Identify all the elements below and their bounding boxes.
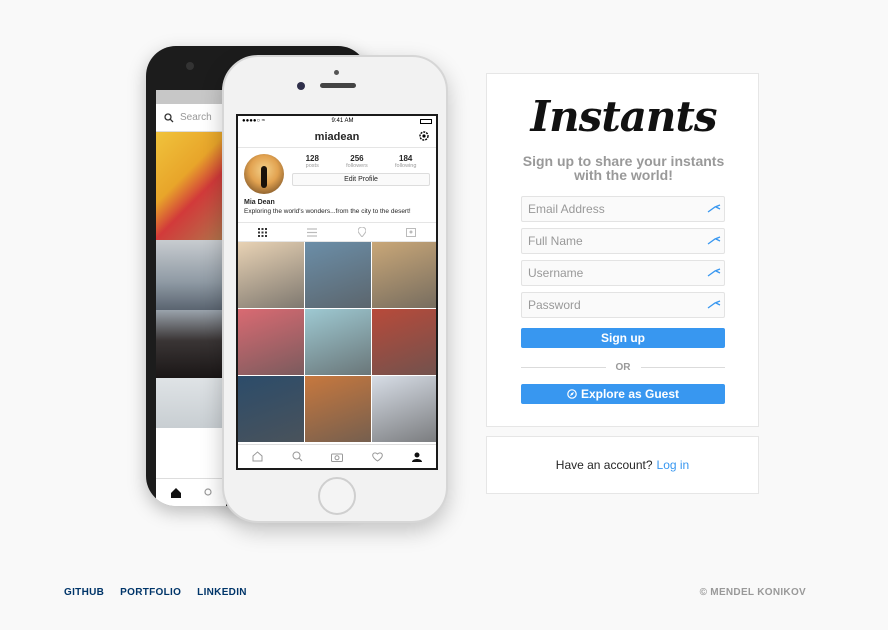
- app-logo: Instants: [530, 92, 717, 141]
- footer-link-github[interactable]: GITHUB: [64, 587, 104, 598]
- divider-line: [640, 366, 725, 368]
- back-photo-polaroid: [156, 378, 226, 428]
- grid-icon: [258, 227, 268, 237]
- back-search-placeholder: Search: [180, 112, 212, 123]
- password-manager-icon[interactable]: [704, 268, 724, 278]
- photo-grid: [238, 242, 436, 442]
- password-field: [521, 292, 725, 318]
- profile-stats: 128 posts 256 followers 184 following: [292, 154, 430, 169]
- signup-button[interactable]: Sign up: [521, 328, 725, 348]
- camera-icon: [331, 453, 344, 462]
- back-phone-camera: [186, 62, 194, 70]
- stat-number: 256: [350, 154, 364, 163]
- signup-card: Instants Sign up to share your instants …: [486, 73, 759, 427]
- stat-followers: 256 followers: [346, 154, 368, 169]
- stat-number: 128: [305, 154, 319, 163]
- bio-text: Exploring the world's wonders...from the…: [244, 208, 411, 215]
- tagged-icon: [405, 227, 416, 237]
- signal-icon: ●●●●○ ≈: [242, 118, 266, 124]
- front-phone-sensor: [334, 70, 339, 75]
- username-input[interactable]: [522, 261, 704, 285]
- bottom-nav: [238, 444, 436, 468]
- profile-summary: 128 posts 256 followers 184 following Edit …: [238, 148, 436, 196]
- avatar: [244, 154, 284, 194]
- login-prompt: Have an account?: [555, 458, 653, 472]
- stat-label: posts: [305, 163, 319, 169]
- profile-view-tabs: [238, 222, 436, 242]
- stat-posts: 128 posts: [306, 154, 319, 169]
- footer-link-linkedin[interactable]: LINKEDIN: [197, 587, 247, 598]
- divider-line: [521, 366, 606, 368]
- grid-photo: [305, 376, 371, 442]
- stat-number: 184: [399, 154, 413, 163]
- stat-label: following: [394, 163, 417, 169]
- bio-name: Mia Dean: [244, 199, 275, 206]
- profile-icon: [411, 452, 422, 462]
- status-bar: ●●●●○ ≈ 9:41 AM: [238, 116, 436, 126]
- home-icon: [252, 451, 263, 462]
- signup-button-label: Sign up: [601, 331, 645, 345]
- back-photo-emoji: [156, 132, 226, 240]
- search-icon: [204, 487, 212, 496]
- login-card: Have an account? Log in: [486, 436, 759, 494]
- stat-label: followers: [346, 163, 368, 169]
- or-label: OR: [615, 361, 631, 373]
- login-link[interactable]: Log in: [657, 458, 690, 472]
- back-phone-screen: Search: [156, 90, 226, 506]
- password-manager-icon[interactable]: [704, 204, 724, 214]
- footer-links: GITHUB PORTFOLIO LINKEDIN: [64, 587, 247, 598]
- password-manager-icon[interactable]: [704, 236, 724, 246]
- heart-icon: [372, 451, 383, 462]
- compass-icon: [567, 389, 577, 399]
- gear-icon: [419, 131, 429, 141]
- back-phone-search: Search: [156, 104, 226, 132]
- home-icon: [171, 487, 181, 498]
- status-time: 9:41 AM: [331, 118, 354, 124]
- profile-header: miadean: [238, 126, 436, 148]
- back-photo-beach: [156, 240, 226, 310]
- search-icon: [292, 451, 303, 462]
- back-photo-sunset: [156, 310, 226, 378]
- front-phone-speaker: [320, 83, 356, 88]
- front-phone-screen: ●●●●○ ≈ 9:41 AM miadean 128 posts 256 foll…: [236, 114, 438, 470]
- list-icon: [307, 227, 318, 237]
- grid-photo: [305, 242, 371, 308]
- or-divider: OR: [521, 361, 725, 373]
- status-bar: [156, 90, 226, 104]
- home-button: [318, 477, 356, 515]
- explore-guest-label: Explore as Guest: [580, 387, 680, 401]
- explore-guest-button[interactable]: Explore as Guest: [521, 384, 725, 404]
- location-pin-icon: [357, 227, 366, 237]
- edit-profile-button: Edit Profile: [292, 173, 430, 186]
- grid-photo: [372, 242, 436, 308]
- profile-bio: Mia Dean Exploring the world's wonders..…: [238, 196, 436, 216]
- grid-photo: [238, 242, 304, 308]
- front-phone-camera: [297, 82, 305, 90]
- fullname-field: [521, 228, 725, 254]
- email-input[interactable]: [522, 197, 704, 221]
- fullname-input[interactable]: [522, 229, 704, 253]
- grid-photo: [372, 309, 436, 375]
- username-field: [521, 260, 725, 286]
- battery-icon: [419, 118, 432, 124]
- copyright: © MENDEL KONIKOV: [699, 587, 806, 598]
- front-phone-mockup: ●●●●○ ≈ 9:41 AM miadean 128 posts 256 foll…: [222, 55, 448, 523]
- grid-photo: [305, 309, 371, 375]
- password-manager-icon[interactable]: [704, 300, 724, 310]
- grid-photo: [238, 376, 304, 442]
- profile-username: miadean: [314, 130, 360, 143]
- footer-link-portfolio[interactable]: PORTFOLIO: [120, 587, 181, 598]
- stat-following: 184 following: [395, 154, 416, 169]
- grid-photo: [372, 376, 436, 442]
- email-field: [521, 196, 725, 222]
- signup-tagline: Sign up to share your instants with the …: [522, 153, 725, 183]
- search-icon: [164, 112, 174, 122]
- password-input[interactable]: [522, 293, 704, 317]
- back-phone-nav: [156, 478, 226, 506]
- grid-photo: [238, 309, 304, 375]
